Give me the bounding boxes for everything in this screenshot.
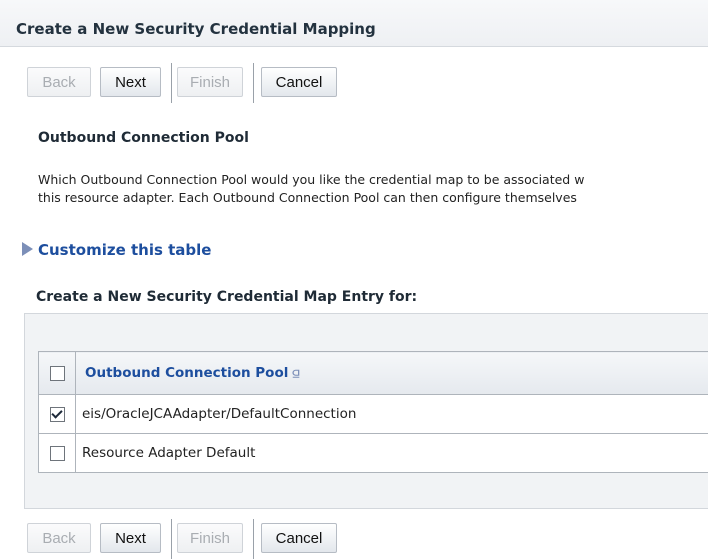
back-button-top[interactable]: Back (27, 67, 91, 97)
next-button-bottom[interactable]: Next (100, 523, 161, 553)
select-all-cell (38, 351, 76, 395)
row-checkbox-cell (38, 394, 76, 434)
row-checkbox-checked[interactable] (49, 406, 65, 422)
finish-button-bottom[interactable]: Finish (177, 523, 243, 553)
sort-ascending-icon[interactable]: ⫑ (292, 366, 299, 380)
button-separator (253, 519, 254, 559)
description-line-1: Which Outbound Connection Pool would you… (38, 172, 585, 187)
column-header-label: Outbound Connection Pool (85, 365, 289, 381)
back-button-bottom[interactable]: Back (27, 523, 91, 553)
row-checkbox[interactable] (49, 445, 65, 461)
row-label: Resource Adapter Default (75, 433, 708, 473)
row-checkbox-cell (38, 433, 76, 473)
map-entry-heading: Create a New Security Credential Map Ent… (36, 289, 418, 305)
section-heading: Outbound Connection Pool (38, 130, 249, 146)
cancel-button-top[interactable]: Cancel (261, 67, 337, 97)
table-row: eis/OracleJCAAdapter/DefaultConnection (38, 394, 708, 434)
finish-button-top[interactable]: Finish (177, 67, 243, 97)
section-description: Which Outbound Connection Pool would you… (38, 171, 708, 207)
select-all-checkbox[interactable] (49, 365, 65, 381)
page-header: Create a New Security Credential Mapping (0, 0, 708, 47)
button-separator (171, 63, 172, 103)
top-button-bar: Back Next Finish Cancel (27, 63, 357, 103)
cancel-button-bottom[interactable]: Cancel (261, 523, 337, 553)
next-button-top[interactable]: Next (100, 67, 161, 97)
button-separator (171, 519, 172, 559)
column-header-outbound-pool[interactable]: Outbound Connection Pool ⫑ (75, 351, 708, 395)
bottom-button-bar: Back Next Finish Cancel (27, 519, 357, 559)
table-row: Resource Adapter Default (38, 433, 708, 473)
customize-table-label: Customize this table (38, 241, 212, 259)
customize-table-link[interactable]: Customize this table (22, 241, 211, 259)
table-header-row: Outbound Connection Pool ⫑ (38, 351, 708, 395)
description-line-2: this resource adapter. Each Outbound Con… (38, 190, 577, 205)
page-title: Create a New Security Credential Mapping (16, 20, 376, 38)
expand-triangle-icon (22, 242, 33, 256)
button-separator (253, 63, 254, 103)
row-label: eis/OracleJCAAdapter/DefaultConnection (75, 394, 708, 434)
connection-pool-table: Outbound Connection Pool ⫑ eis/OracleJCAA… (38, 351, 708, 473)
